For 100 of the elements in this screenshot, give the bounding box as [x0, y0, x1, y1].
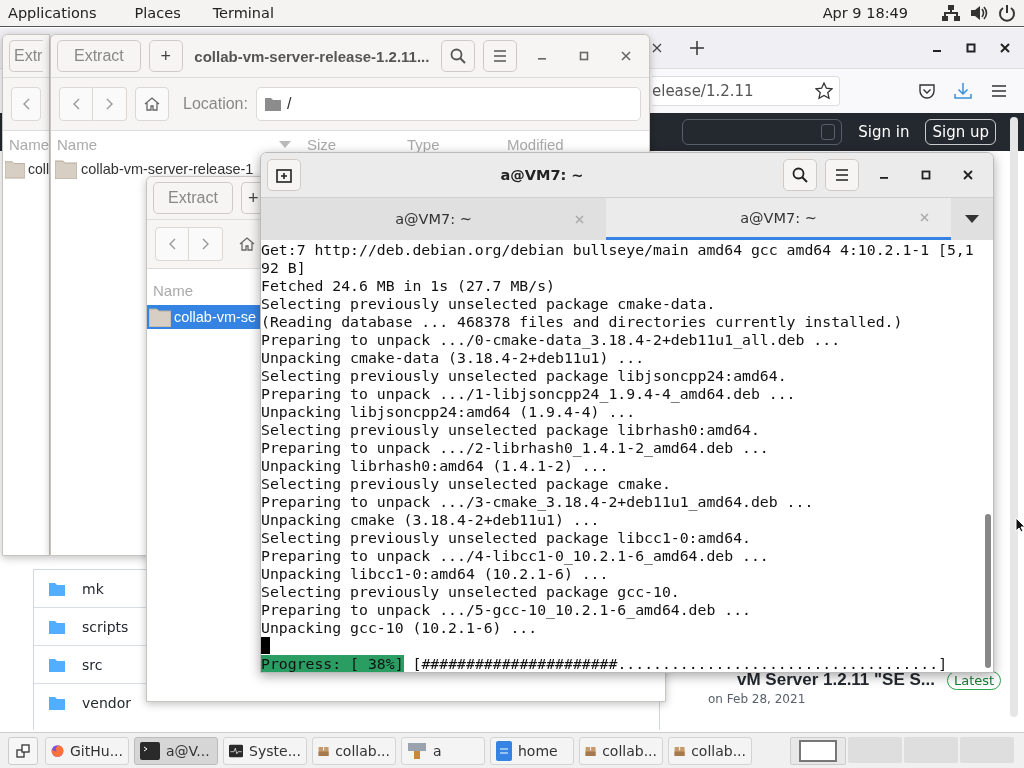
terminal-line: Get:7 http://deb.debian.org/debian bullseye/main amd64 gcc amd64 4:10.2.1-1 [5,1: [261, 241, 975, 259]
file-row[interactable]: collab-vm-se: [147, 305, 260, 329]
close-icon[interactable]: [1000, 43, 1010, 53]
document-icon: [496, 740, 512, 761]
windows-icon: [16, 743, 30, 758]
star-icon[interactable]: [815, 82, 833, 100]
sign-in-link[interactable]: Sign in: [858, 123, 910, 141]
close-icon[interactable]: [963, 170, 973, 180]
terminal-line: Selecting previously unselected package librhash0:amd64.: [261, 421, 761, 439]
scrollbar[interactable]: [1010, 117, 1018, 717]
taskbar-item[interactable]: Syste...: [223, 736, 307, 765]
terminal-line: Selecting previously unselected package cmake.: [261, 475, 672, 493]
sort-arrow-icon: [279, 141, 291, 148]
terminal-line: Preparing to unpack .../1-libjsoncpp24_1.9.4-4_amd64.deb ...: [261, 385, 797, 403]
terminal-line: Unpacking gcc-10 (10.2.1-6) ...: [261, 619, 539, 637]
folder-icon: [55, 159, 77, 179]
terminal-line: Selecting previously unselected package cmake-data.: [261, 295, 717, 313]
folder-link[interactable]: scripts: [82, 618, 129, 635]
menu-icon[interactable]: [990, 82, 1008, 100]
search-field[interactable]: [682, 119, 843, 145]
forward-icon: [105, 98, 114, 110]
window-title: collab-vm-server-release-1.2.11...: [193, 47, 431, 65]
taskbar-item[interactable]: home: [490, 736, 574, 765]
release-date: on Feb 28, 2021: [708, 692, 807, 706]
search-icon: [792, 167, 808, 183]
add-button[interactable]: +: [148, 40, 183, 72]
terminal-line: Unpacking cmake (3.18.4-2+deb11u1) ...: [261, 511, 601, 529]
new-tab-icon: [276, 167, 292, 183]
terminal-line: Unpacking librhash0:amd64 (1.4.1-2) ...: [261, 457, 610, 475]
folder-icon: [49, 581, 65, 596]
pocket-icon[interactable]: [918, 82, 936, 100]
home-icon: [144, 97, 160, 111]
terminal-icon: [140, 741, 160, 760]
taskbar-item[interactable]: GitHu...: [45, 736, 129, 765]
url-text: elease/1.2.11: [652, 82, 754, 100]
maximize-icon[interactable]: [966, 43, 976, 53]
taskbar-item[interactable]: collab...: [312, 736, 396, 765]
back-icon: [72, 98, 80, 110]
show-desktop-button[interactable]: [8, 736, 38, 765]
dropdown-arrow-icon[interactable]: [965, 215, 979, 223]
url-field[interactable]: elease/1.2.11: [652, 76, 840, 106]
plus-icon[interactable]: [690, 41, 704, 55]
folder-link[interactable]: vendor: [82, 694, 131, 711]
volume-icon[interactable]: [970, 4, 988, 22]
taskbar-item[interactable]: a: [401, 736, 485, 765]
search-button[interactable]: [441, 40, 475, 72]
progress-bar-text: [######################....................................]: [412, 655, 948, 672]
back-icon: [168, 238, 176, 250]
folder-icon: [264, 97, 281, 111]
home-icon[interactable]: [239, 237, 255, 251]
terminal-line: 92 B]: [261, 259, 307, 277]
close-icon[interactable]: [652, 43, 662, 53]
terminal-tab[interactable]: a@VM7: ~: [261, 198, 606, 240]
terminal-line: Preparing to unpack .../4-libcc1-0_10.2.1-6_amd64.deb ...: [261, 547, 770, 565]
menu-item[interactable]: Terminal: [212, 5, 274, 21]
power-icon[interactable]: [998, 4, 1016, 22]
drive-icon: [407, 740, 427, 761]
scrollbar-thumb[interactable]: [985, 514, 991, 668]
menu-button[interactable]: [483, 40, 517, 72]
location-field[interactable]: /: [255, 87, 641, 121]
clock[interactable]: Apr 9 18:49: [822, 5, 908, 21]
file-name[interactable]: coll: [28, 161, 49, 177]
file-name[interactable]: collab-vm-server-release-1: [81, 161, 254, 177]
terminal-line: Selecting previously unselected package gcc-10.: [261, 583, 681, 601]
folder-link[interactable]: mk: [82, 580, 104, 597]
menu-item[interactable]: Places: [134, 5, 181, 21]
folder-icon: [49, 657, 65, 672]
text-cursor: [261, 637, 270, 654]
folder-icon: [49, 619, 65, 634]
search-button[interactable]: [783, 159, 817, 191]
menu-button[interactable]: [825, 159, 859, 191]
sign-up-button[interactable]: Sign up: [925, 119, 996, 145]
terminal-line: Unpacking cmake-data (3.18.4-2+deb11u1) ...: [261, 349, 646, 367]
taskbar-item[interactable]: collab...: [579, 736, 663, 765]
add-button[interactable]: +: [241, 182, 261, 214]
location-text: /: [286, 95, 292, 113]
maximize-icon[interactable]: [921, 170, 931, 180]
forward-icon: [201, 238, 210, 250]
terminal-line: Fetched 24.6 MB in 1s (27.7 MB/s): [261, 277, 556, 295]
network-icon[interactable]: [942, 4, 960, 22]
taskbar-item[interactable]: a@V...: [134, 736, 218, 765]
home-button[interactable]: [135, 87, 169, 121]
workspace-button[interactable]: [790, 736, 846, 765]
terminal-line: Preparing to unpack .../3-cmake_3.18.4-2+deb11u1_amd64.deb ...: [261, 493, 815, 511]
folder-link[interactable]: src: [82, 656, 103, 673]
search-icon: [450, 48, 466, 64]
taskbar-item[interactable]: collab...: [668, 736, 752, 765]
menu-icon: [835, 169, 849, 181]
terminal-line: Unpacking libjsoncpp24:amd64 (1.9.4-4) ...: [261, 403, 637, 421]
download-icon[interactable]: [954, 82, 972, 100]
progress-label: Progress: [ 38%]: [261, 655, 404, 672]
window-title: a@VM7: ~: [499, 167, 585, 183]
new-tab-button[interactable]: [267, 159, 301, 191]
terminal-tab[interactable]: a@VM7: ~: [606, 198, 951, 240]
release-title[interactable]: vM Server 1.2.11 "SE S...: [737, 670, 935, 690]
menu-item[interactable]: Applications: [8, 5, 97, 21]
terminal-line: Preparing to unpack .../5-gcc-10_10.2.1-6_amd64.deb ...: [261, 601, 752, 619]
terminal-line: (Reading database ... 468378 files and directories currently installed.): [261, 313, 904, 331]
terminal-line: Unpacking libcc1-0:amd64 (10.2.1-6) ...: [261, 565, 610, 583]
terminal-line: Preparing to unpack .../2-librhash0_1.4.1-2_amd64.deb ...: [261, 439, 770, 457]
